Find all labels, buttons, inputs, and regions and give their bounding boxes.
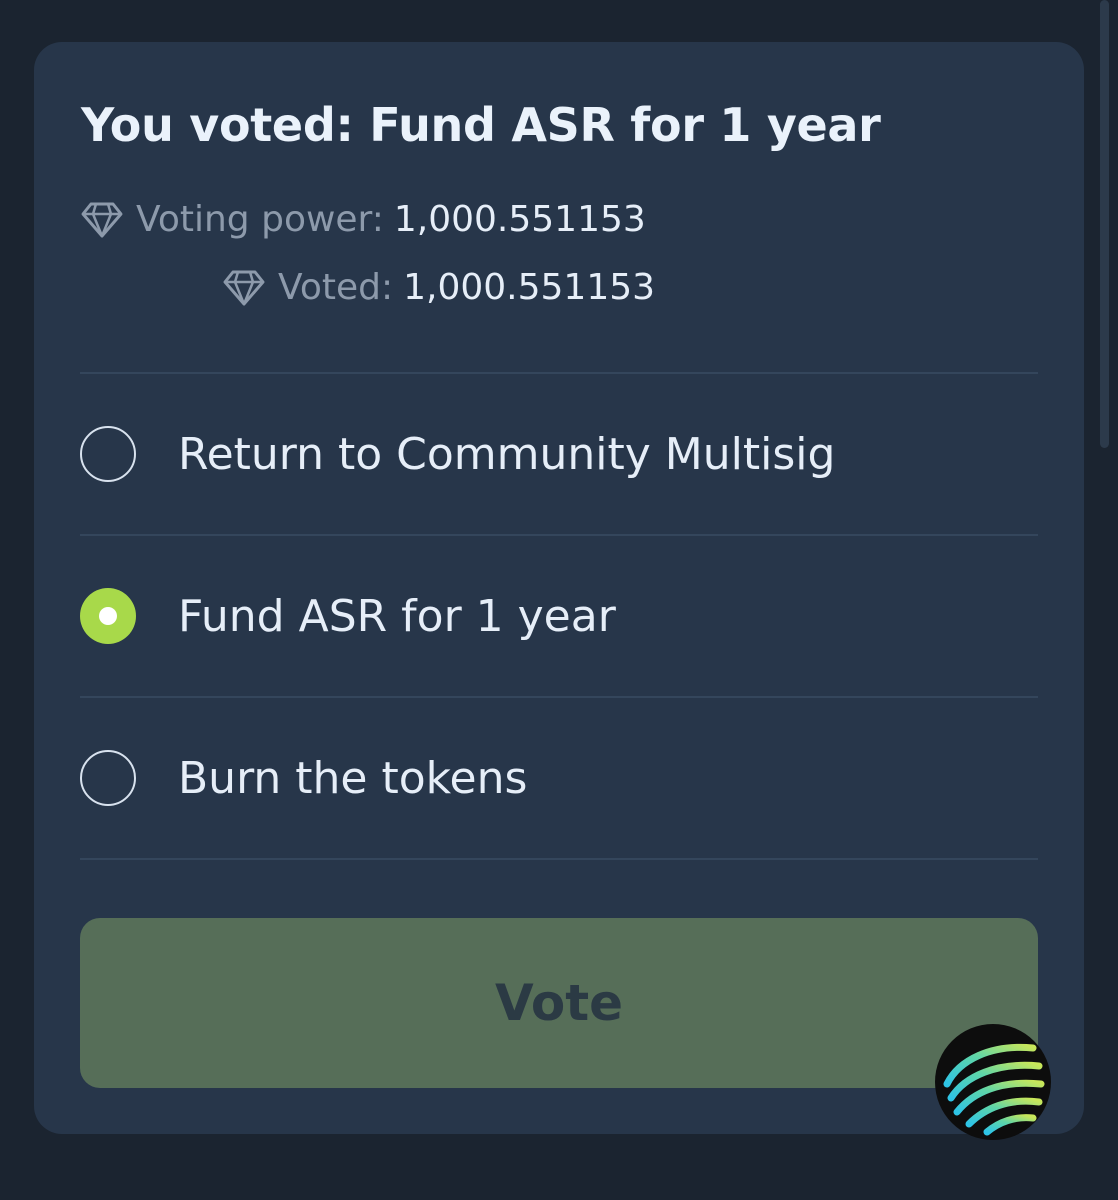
gem-icon (223, 270, 265, 306)
voted-value: 1,000.551153 (403, 267, 656, 308)
voted-row: Voted: 1,000.551153 (222, 264, 655, 312)
divider (80, 372, 1038, 374)
option-burn-the-tokens[interactable]: Burn the tokens (80, 718, 1038, 838)
vote-button[interactable]: Vote (80, 918, 1038, 1088)
voted-label: Voted: (278, 267, 394, 308)
page-scrollbar[interactable] (1100, 0, 1109, 448)
radio-button[interactable] (80, 750, 136, 806)
option-label: Fund ASR for 1 year (178, 590, 616, 642)
radio-button[interactable] (80, 426, 136, 482)
divider (80, 858, 1038, 860)
voting-power-label: Voting power: (136, 199, 384, 240)
option-return-to-community-multisig[interactable]: Return to Community Multisig (80, 394, 1038, 514)
voted-title: You voted: Fund ASR for 1 year (81, 98, 881, 152)
voting-power-row: Voting power: 1,000.551153 (80, 196, 646, 244)
option-label: Return to Community Multisig (178, 428, 836, 480)
option-fund-asr[interactable]: Fund ASR for 1 year (80, 556, 1038, 676)
vote-card: You voted: Fund ASR for 1 year Voting po… (34, 42, 1084, 1134)
option-label: Burn the tokens (178, 752, 528, 804)
voting-power-value: 1,000.551153 (393, 199, 646, 240)
rainbow-arcs-logo-icon (943, 1043, 1045, 1136)
gem-icon (81, 202, 123, 238)
radio-button-selected[interactable] (80, 588, 136, 644)
divider (80, 534, 1038, 536)
floating-app-button[interactable] (935, 1024, 1051, 1140)
divider (80, 696, 1038, 698)
